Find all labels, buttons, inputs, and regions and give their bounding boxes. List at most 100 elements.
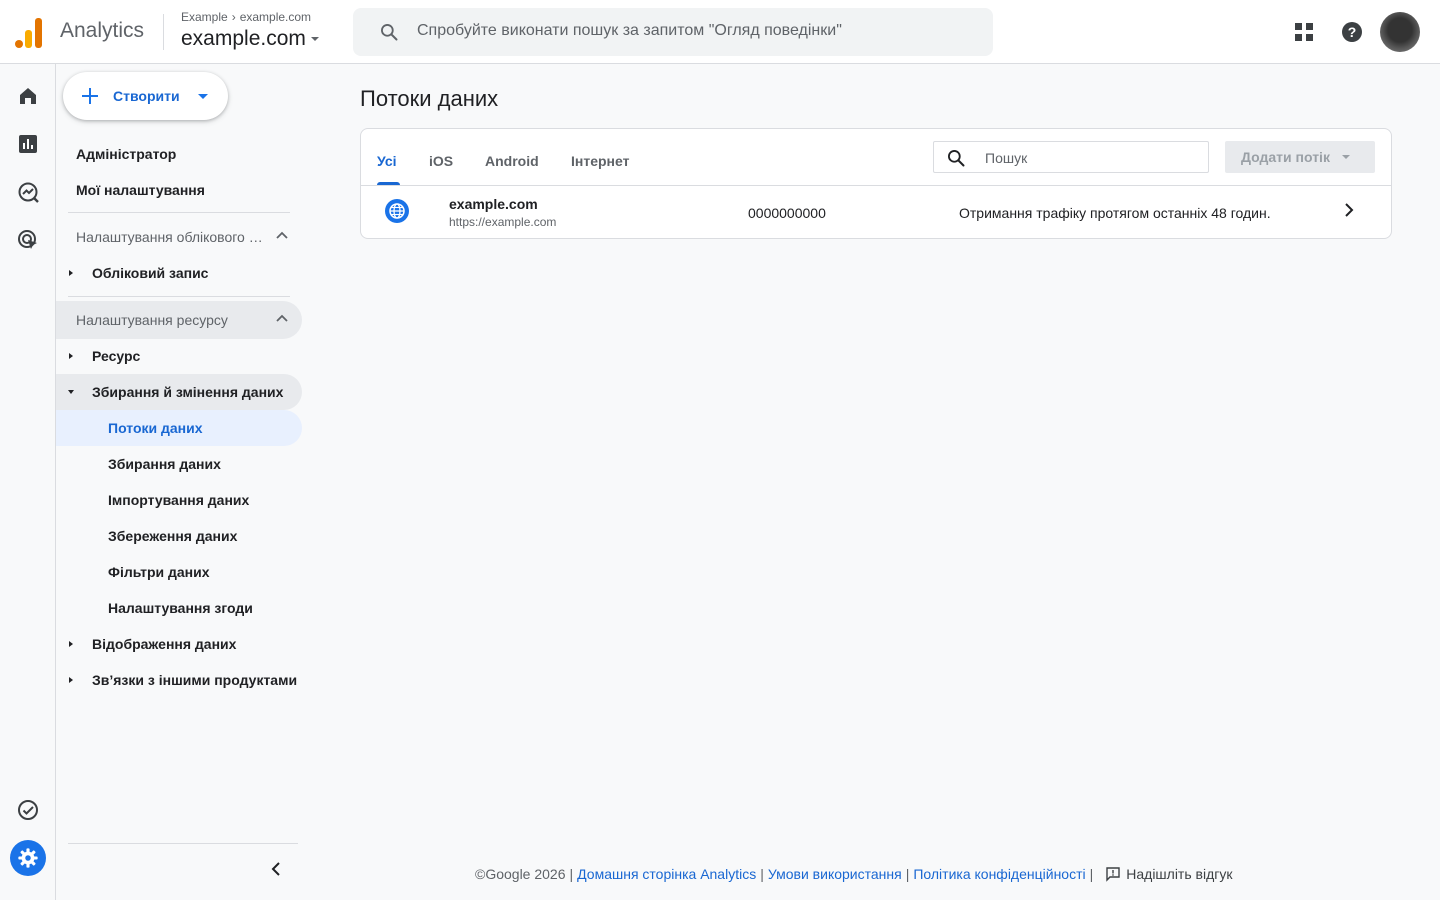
feedback-label: Надішліть відгук [1126,866,1233,882]
chevron-up-icon [276,314,288,322]
plus-icon [82,88,98,104]
tab-android[interactable]: Android [485,153,539,169]
gear-icon [18,848,38,868]
search-icon [948,150,965,167]
search-icon [381,24,398,41]
nav-subitem-consent-settings[interactable]: Налаштування згоди [56,590,302,626]
reports-icon[interactable] [16,132,40,156]
nav-item-property-label: Ресурс [92,348,141,364]
nav-subitem-label: Збирання даних [108,456,221,472]
left-rail [0,64,56,900]
tab-web[interactable]: Інтернет [571,153,629,169]
copyright: ©Google 2026 [475,866,566,882]
account-settings-label: Налаштування облікового запису [76,229,264,245]
nav-item-account[interactable]: Обліковий запис [56,255,302,291]
nav-item-data-display[interactable]: Відображення даних [56,626,302,662]
apps-grid-icon[interactable] [1292,20,1316,44]
global-search[interactable]: Спробуйте виконати пошук за запитом "Огл… [353,8,993,56]
tab-all[interactable]: Усі [377,153,397,169]
nav-item-property[interactable]: Ресурс [56,338,302,374]
caret-down-icon [1341,155,1350,159]
nav-subitem-data-filters[interactable]: Фільтри даних [56,554,302,590]
nav-admin[interactable]: Адміністратор [76,146,176,162]
triangle-down-icon [68,390,74,394]
table-row[interactable]: example.com https://example.com 00000000… [361,186,1391,238]
data-streams-card: Усі iOS Android Інтернет Пошук Додати по… [360,128,1392,239]
footer-link-analytics-home[interactable]: Домашня сторінка Analytics [577,866,756,882]
nav-my-settings[interactable]: Мої налаштування [76,182,205,198]
analytics-logo-icon[interactable] [15,16,43,48]
nav-subitem-label: Потоки даних [108,420,203,436]
stream-url: https://example.com [449,215,557,229]
stream-name: example.com [449,196,538,212]
footer: ©Google 2026 | Домашня сторінка Analytic… [475,866,1232,882]
stream-id: 0000000000 [748,205,826,221]
feedback-button[interactable]: Надішліть відгук [1105,866,1232,882]
footer-separator: | [1089,866,1094,882]
nav-subitem-label: Імпортування даних [108,492,250,508]
streams-search-input[interactable]: Пошук [933,141,1209,173]
caret-down-icon [310,37,319,41]
chevron-right-icon[interactable] [1343,202,1355,218]
nav-divider [68,843,298,844]
nav-item-data-display-label: Відображення даних [92,636,237,652]
svg-text:?: ? [1348,24,1357,40]
nav-divider [68,296,290,297]
property-selector[interactable]: example.com [181,27,319,51]
home-icon[interactable] [16,84,40,108]
footer-separator: | [569,866,574,882]
nav-item-account-label: Обліковий запис [92,265,209,281]
nav-divider [68,212,290,213]
footer-link-terms[interactable]: Умови використання [768,866,902,882]
checklist-icon[interactable] [16,798,40,822]
account-settings-section[interactable]: Налаштування облікового запису [56,218,302,256]
footer-link-privacy[interactable]: Політика конфіденційності [913,866,1085,882]
nav-subitem-label: Збереження даних [108,528,238,544]
footer-separator: | [760,866,764,882]
breadcrumb[interactable]: Example › example.com [181,10,311,24]
property-settings-label: Налаштування ресурсу [76,312,228,328]
tab-ios[interactable]: iOS [429,153,453,169]
nav-subitem-label: Фільтри даних [108,564,210,580]
nav-subitem-data-import[interactable]: Імпортування даних [56,482,302,518]
nav-subitem-data-retention[interactable]: Збереження даних [56,518,302,554]
nav-item-data-collection[interactable]: Збирання й змінення даних [56,374,302,410]
top-bar: Analytics Example › example.com example.co… [0,0,1440,64]
add-stream-button[interactable]: Додати потік [1225,141,1375,173]
triangle-right-icon [69,641,73,647]
page-title: Потоки даних [360,86,499,111]
feedback-icon [1106,867,1120,882]
globe-icon [385,199,409,223]
caret-down-icon [197,93,208,99]
nav-item-product-links[interactable]: Зв’язки з іншими продуктами [56,662,302,698]
footer-separator: | [905,866,910,882]
nav-subitem-data-collection[interactable]: Збирання даних [56,446,302,482]
nav-subitem-data-streams[interactable]: Потоки даних [56,410,302,446]
app-name[interactable]: Analytics [60,19,144,43]
settings-button[interactable] [10,840,46,876]
help-icon[interactable]: ? [1340,20,1364,44]
nav-item-data-collection-label: Збирання й змінення даних [92,384,284,400]
triangle-right-icon [69,270,73,276]
create-button[interactable]: Створити [63,72,228,120]
property-settings-section[interactable]: Налаштування ресурсу [56,301,302,339]
triangle-right-icon [69,353,73,359]
nav-item-product-links-label: Зв’язки з іншими продуктами [92,672,298,688]
stream-status: Отримання трафіку протягом останніх 48 г… [959,205,1271,221]
chevron-up-icon [276,231,288,239]
breadcrumb-property: example.com [239,10,312,24]
add-stream-label: Додати потік [1241,149,1330,165]
admin-nav-panel: Створити Адміністратор Мої налаштування … [56,64,306,900]
avatar[interactable] [1380,12,1420,52]
chevron-right-icon: › [231,10,236,24]
triangle-right-icon [69,677,73,683]
streams-search-placeholder: Пошук [985,150,1028,166]
explore-icon[interactable] [16,180,40,204]
header-divider [163,14,164,50]
chevron-left-icon[interactable] [270,862,282,876]
advertising-icon[interactable] [16,228,40,252]
nav-subitem-label: Налаштування згоди [108,600,253,616]
global-search-placeholder: Спробуйте виконати пошук за запитом "Огл… [417,22,842,39]
property-name: example.com [181,27,306,50]
breadcrumb-account: Example [181,10,228,24]
